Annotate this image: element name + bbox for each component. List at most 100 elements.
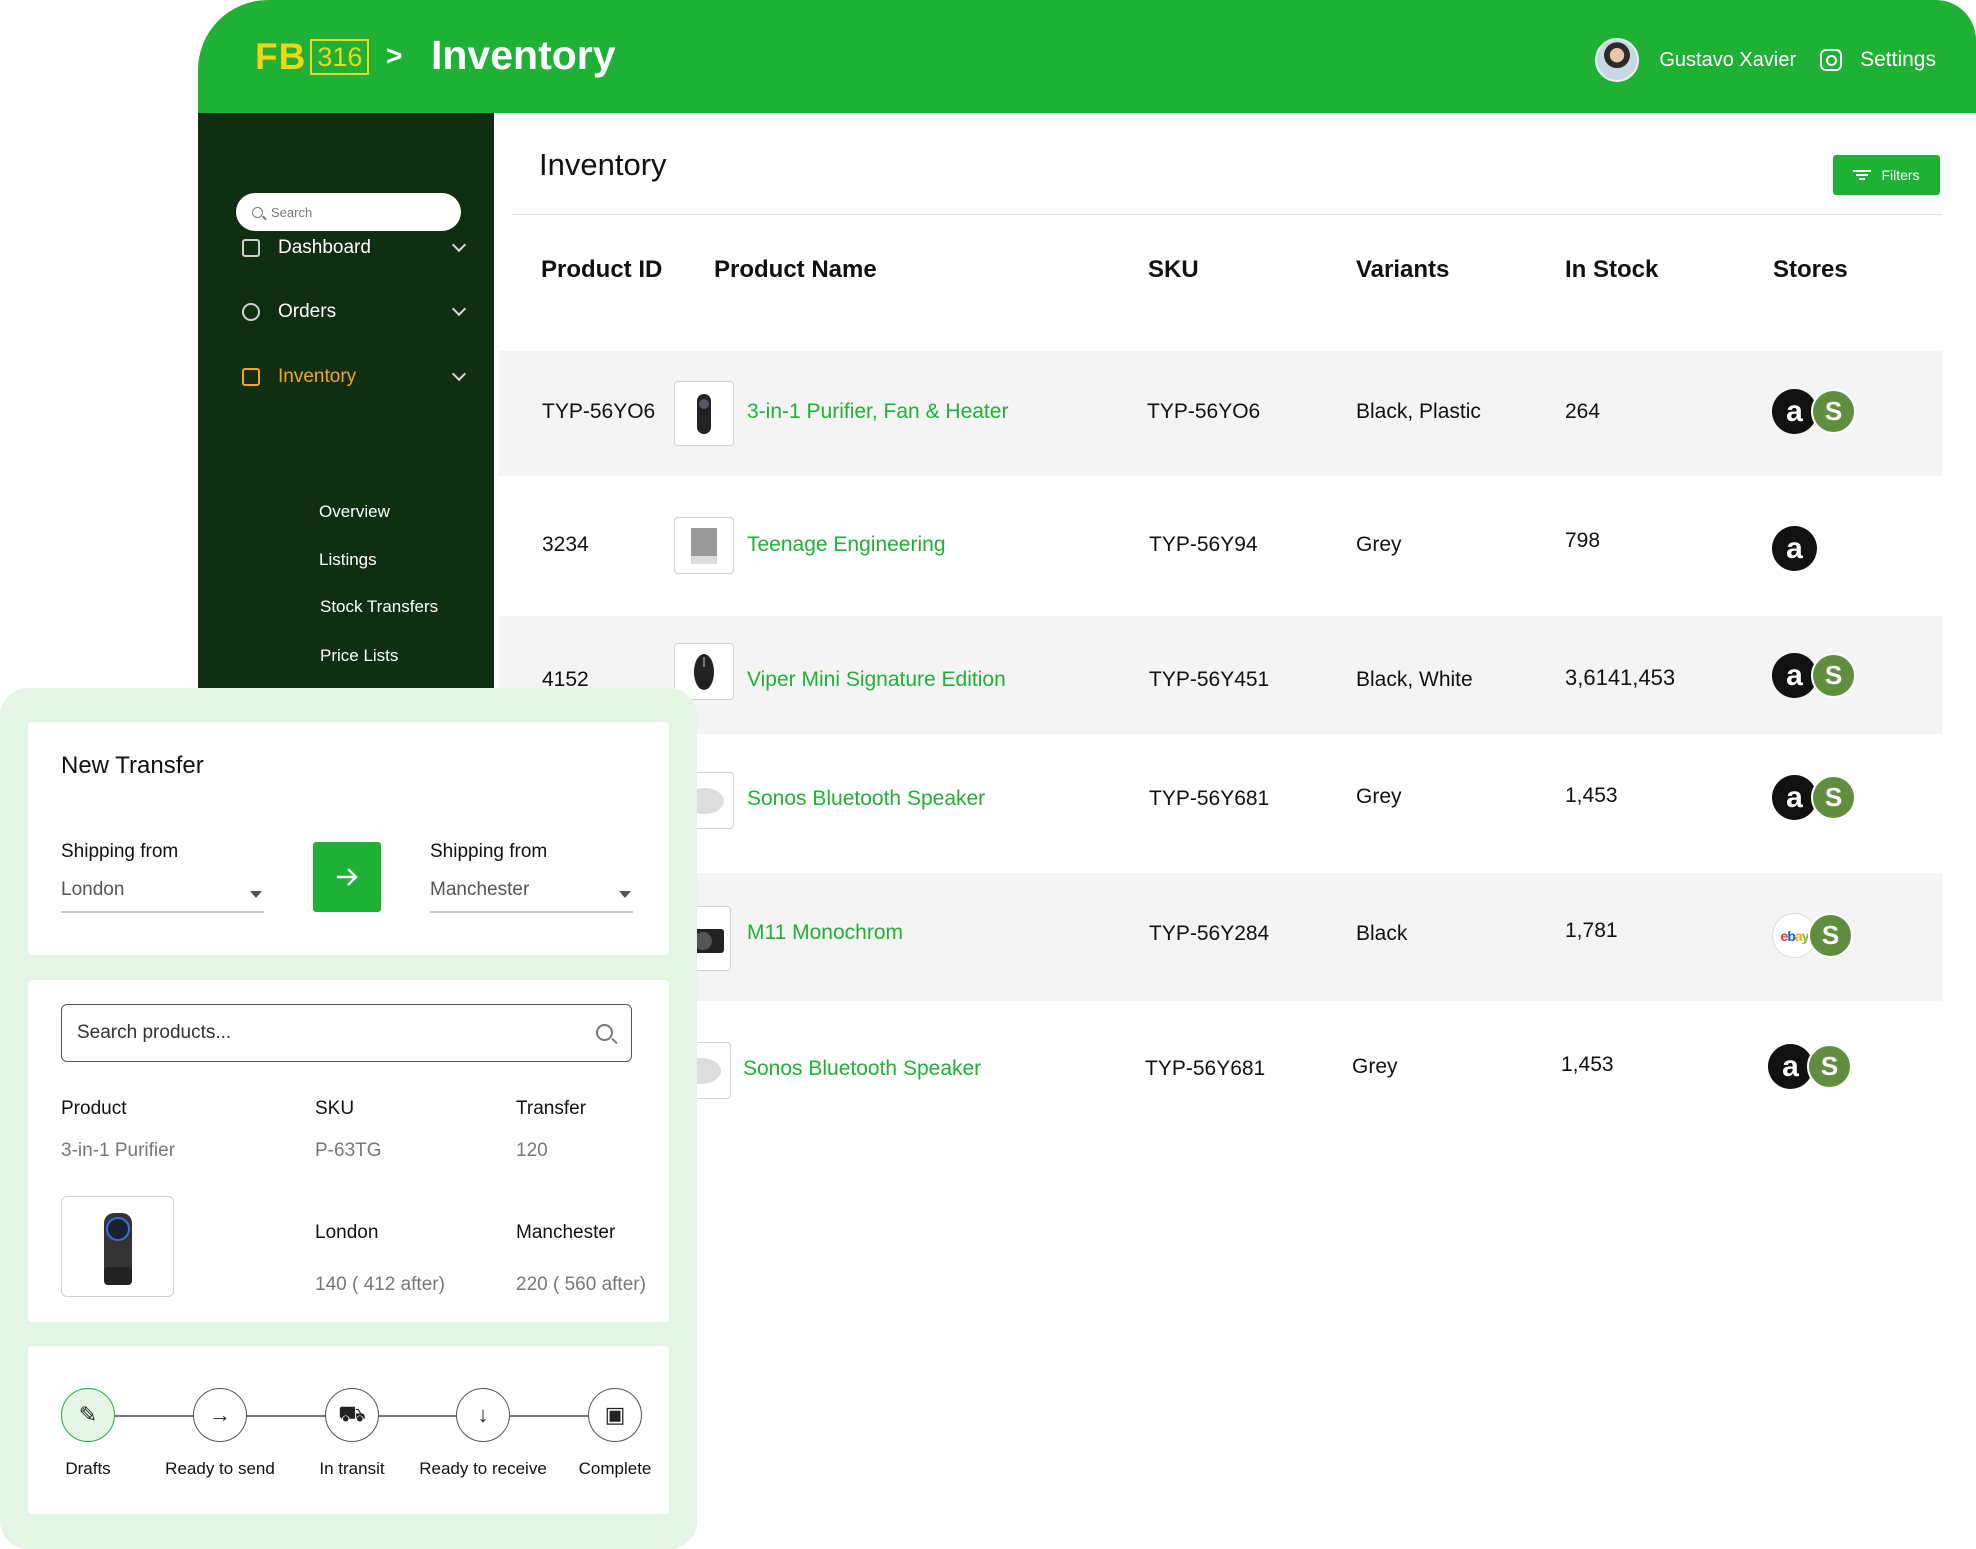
table-row[interactable]: M11 Monochrom TYP-56Y284 Black 1,781 eba… <box>499 873 1942 1001</box>
column-header[interactable]: Variants <box>1356 256 1449 284</box>
shipping-from-select[interactable]: London <box>61 879 264 913</box>
column-header[interactable]: Product ID <box>541 256 662 284</box>
sidebar: Search Dashboard Orders Inventory Overvi… <box>198 113 494 688</box>
sidebar-subitem-stock-transfers[interactable]: Stock Transfers <box>320 597 438 617</box>
table-row[interactable]: Sonos Bluetooth Speaker TYP-56Y681 Grey … <box>499 734 1942 873</box>
column-header[interactable]: SKU <box>1148 256 1199 284</box>
logo-text: FB <box>255 36 307 77</box>
ready-to-send-step-icon[interactable]: → <box>193 1388 247 1442</box>
orders-icon <box>242 303 260 321</box>
select-value: London <box>61 879 125 900</box>
chevron-down-icon[interactable] <box>451 237 467 253</box>
step-label: Complete <box>578 1459 652 1478</box>
top-bar: FB 316 > Inventory Gustavo Xavier Settin… <box>198 0 1976 113</box>
product-name-link[interactable]: Viper Mini Signature Edition <box>747 668 1006 692</box>
sku-value: P-63TG <box>315 1140 382 1161</box>
drafts-step-icon[interactable]: ✎ <box>61 1388 115 1442</box>
sidebar-subitem-listings[interactable]: Listings <box>319 550 377 570</box>
sku: TYP-56YO6 <box>1147 400 1261 423</box>
column-header[interactable]: Stores <box>1773 256 1848 284</box>
sidebar-item-label: Orders <box>278 301 337 322</box>
sku: TYP-56Y681 <box>1145 1057 1266 1080</box>
swap-direction-button[interactable] <box>313 842 381 912</box>
variants: Grey <box>1356 785 1402 808</box>
product-name-link[interactable]: Sonos Bluetooth Speaker <box>747 787 985 811</box>
transfer-quantity[interactable]: 120 <box>516 1140 548 1162</box>
step-label: Ready to receive <box>419 1459 547 1478</box>
sidebar-search-input[interactable]: Search <box>236 193 461 231</box>
in-stock: 1,453 <box>1561 1053 1614 1076</box>
in-stock: 1,453 <box>1565 784 1618 807</box>
card-title: New Transfer <box>61 752 204 779</box>
sidebar-subitem-overview[interactable]: Overview <box>319 502 390 522</box>
avatar[interactable] <box>1595 38 1640 82</box>
filter-icon <box>1853 170 1872 180</box>
sidebar-item-label: Inventory <box>278 366 357 387</box>
product-selection-card: Search products... Product SKU Transfer … <box>28 980 669 1322</box>
user-name[interactable]: Gustavo Xavier <box>1659 49 1796 72</box>
chevron-down-icon[interactable] <box>451 366 467 382</box>
in-stock: 3,6141,453 <box>1565 665 1676 690</box>
sidebar-item-label: Dashboard <box>278 237 371 258</box>
new-transfer-panel: New Transfer Shipping from London Shippi… <box>0 688 697 1549</box>
sidebar-item-inventory[interactable]: Inventory <box>242 366 467 388</box>
inventory-icon <box>242 368 260 386</box>
product-column-label: Product <box>61 1098 127 1119</box>
logo[interactable]: FB 316 <box>255 36 370 78</box>
dashboard-icon <box>242 239 260 257</box>
sku: TYP-56Y94 <box>1149 533 1258 556</box>
product-name-link[interactable]: 3-in-1 Purifier, Fan & Heater <box>747 400 1008 424</box>
product-name-link[interactable]: M11 Monochrom <box>747 921 903 945</box>
product-name-link[interactable]: Sonos Bluetooth Speaker <box>743 1057 981 1081</box>
settings-link[interactable]: Settings <box>1860 48 1936 72</box>
filters-button[interactable]: Filters <box>1833 155 1940 195</box>
step-label: In transit <box>319 1459 385 1478</box>
sku: TYP-56Y284 <box>1149 922 1270 945</box>
product-thumbnail[interactable] <box>674 381 734 446</box>
gear-icon[interactable] <box>1820 49 1843 71</box>
sidebar-item-orders[interactable]: Orders <box>242 301 467 323</box>
transfer-route-card: New Transfer Shipping from London Shippi… <box>28 722 669 955</box>
in-stock: 1,781 <box>1565 919 1618 942</box>
search-icon[interactable] <box>596 1024 613 1041</box>
sku: TYP-56Y681 <box>1149 787 1270 810</box>
product-value: 3-in-1 Purifier <box>61 1140 176 1161</box>
ready-to-receive-step-icon[interactable]: ↓ <box>456 1388 510 1442</box>
table-row[interactable]: Sonos Bluetooth Speaker TYP-56Y681 Grey … <box>499 1001 1942 1141</box>
product-thumbnail[interactable] <box>674 517 734 574</box>
sku-column-label: SKU <box>315 1098 355 1119</box>
product-id: 3234 <box>542 533 589 556</box>
in-transit-step-icon[interactable]: ⛟ <box>325 1388 379 1442</box>
page-title: Inventory <box>431 32 616 78</box>
transfer-column-label: Transfer <box>516 1098 587 1119</box>
amazon-icon: a <box>1772 526 1817 571</box>
table-row[interactable]: 3234 Teenage Engineering TYP-56Y94 Grey … <box>499 476 1942 616</box>
search-placeholder: Search products... <box>77 1022 232 1043</box>
divider <box>512 214 1942 215</box>
sidebar-item-dashboard[interactable]: Dashboard <box>242 237 467 259</box>
sidebar-subitem-price-lists[interactable]: Price Lists <box>320 646 398 666</box>
breadcrumb-separator: > <box>386 40 403 71</box>
variants: Black <box>1356 922 1408 945</box>
shopify-icon: S <box>1808 913 1853 958</box>
caret-down-icon <box>250 891 262 898</box>
shopify-icon: S <box>1811 775 1856 820</box>
select-value: Manchester <box>430 879 530 900</box>
step-label: Ready to send <box>165 1459 275 1478</box>
table-row[interactable]: TYP-56YO6 3-in-1 Purifier, Fan & Heater … <box>499 351 1942 476</box>
logo-number: 316 <box>310 39 370 75</box>
chevron-down-icon[interactable] <box>451 301 467 317</box>
in-stock: 798 <box>1565 529 1601 552</box>
column-header[interactable]: In Stock <box>1565 256 1658 284</box>
product-search-input[interactable]: Search products... <box>61 1004 632 1062</box>
user-area: Gustavo Xavier Settings <box>1595 38 1936 82</box>
origin-location-label: London <box>315 1222 379 1243</box>
shipping-to-select[interactable]: Manchester <box>430 879 633 913</box>
complete-step-icon[interactable]: ▣ <box>588 1388 642 1442</box>
table-row[interactable]: 4152 Viper Mini Signature Edition TYP-56… <box>499 616 1942 734</box>
column-header[interactable]: Product Name <box>714 256 877 284</box>
inventory-panel: Inventory Filters Product ID Product Nam… <box>494 113 1976 1549</box>
destination-stock-value: 220 ( 560 after) <box>516 1274 646 1295</box>
filters-label: Filters <box>1881 167 1920 183</box>
product-name-link[interactable]: Teenage Engineering <box>747 533 946 557</box>
